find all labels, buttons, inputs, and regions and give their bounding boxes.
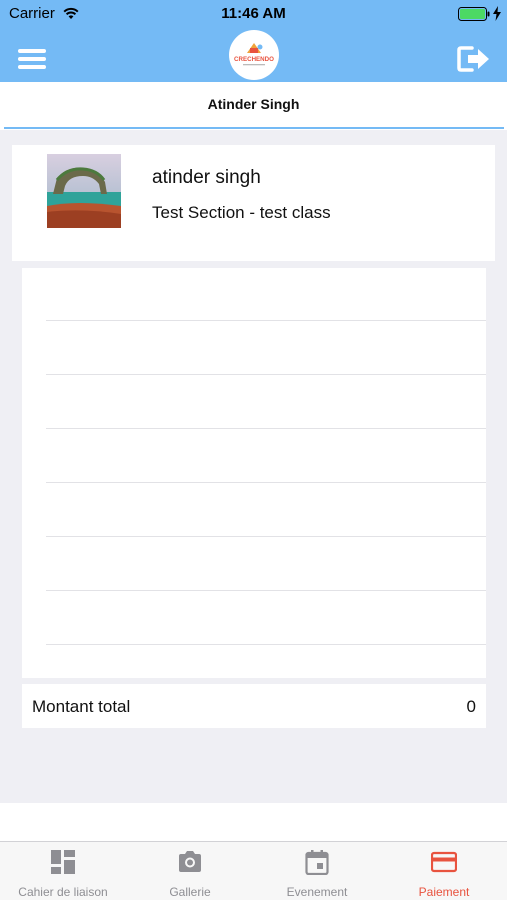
list-row-divider xyxy=(46,644,486,645)
payments-list[interactable] xyxy=(22,268,486,678)
hamburger-menu-icon[interactable] xyxy=(16,46,48,72)
tab-bar: Cahier de liaison Gallerie Evenement Pai… xyxy=(0,841,507,900)
list-row-divider xyxy=(46,428,486,429)
logo-icon: CRECHENDO xyxy=(234,43,274,66)
logout-icon[interactable] xyxy=(456,44,492,74)
total-row: Montant total 0 xyxy=(22,684,486,728)
list-row-divider xyxy=(46,482,486,483)
camera-icon xyxy=(179,851,201,872)
title-underline xyxy=(4,127,504,129)
charging-bolt-icon xyxy=(493,6,501,21)
tab-gallerie[interactable]: Gallerie xyxy=(127,842,253,900)
credit-card-icon xyxy=(431,851,457,873)
list-row-divider xyxy=(46,590,486,591)
tab-label: Evenement xyxy=(286,885,348,899)
total-value: 0 xyxy=(466,697,476,716)
student-class: Test Section - test class xyxy=(152,203,331,222)
nav-bar: CRECHENDO xyxy=(0,30,507,82)
page-title: Atinder Singh xyxy=(207,96,300,112)
footer-spacer xyxy=(0,803,507,841)
tab-evenement[interactable]: Evenement xyxy=(254,842,380,900)
tab-label: Paiement xyxy=(418,885,470,899)
avatar-photo xyxy=(47,154,121,228)
tab-label: Cahier de liaison xyxy=(18,885,108,899)
svg-text:CRECHENDO: CRECHENDO xyxy=(234,56,274,63)
list-row-divider xyxy=(46,536,486,537)
list-row-divider xyxy=(46,374,486,375)
tab-cahier-de-liaison[interactable]: Cahier de liaison xyxy=(0,842,126,900)
tab-label: Gallerie xyxy=(169,885,211,899)
list-row-divider xyxy=(46,320,486,321)
battery-icon xyxy=(458,7,490,21)
dashboard-icon xyxy=(51,850,75,874)
calendar-icon xyxy=(305,850,329,875)
clock: 11:46 AM xyxy=(221,5,286,22)
status-bar: Carrier 11:46 AM xyxy=(0,0,507,30)
total-label: Montant total xyxy=(32,697,131,716)
student-name: atinder singh xyxy=(152,167,261,188)
title-bar: Atinder Singh xyxy=(0,82,507,130)
student-avatar xyxy=(47,154,121,228)
app-logo: CRECHENDO xyxy=(229,30,279,80)
tab-paiement[interactable]: Paiement xyxy=(381,842,507,900)
profile-card: atinder singh Test Section - test class xyxy=(12,145,495,261)
